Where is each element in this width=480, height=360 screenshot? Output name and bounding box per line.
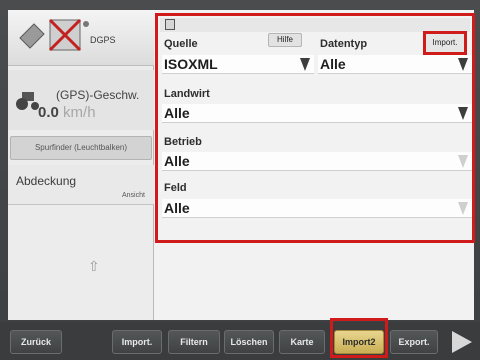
arrow-up-icon[interactable]: ⇧ [88,258,100,275]
gps-satellite-icon [19,18,89,52]
speed-readout: (GPS)-Geschw. 0.0 km/h [8,70,154,130]
loschen-button[interactable]: Löschen [224,330,274,354]
highlight-frame-form [155,13,475,243]
speed-title: (GPS)-Geschw. [56,88,140,102]
zuruck-button[interactable]: Zurück [10,330,62,354]
speed-value-line: 0.0 km/h [38,104,96,121]
gps-status-area: DGPS [8,10,154,66]
import-toolbar-button[interactable]: Import. [112,330,162,354]
tractor-icon [16,92,39,110]
ansicht-label[interactable]: Ansicht [122,192,145,199]
speed-value: 0.0 [38,104,59,121]
karte-button[interactable]: Karte [279,330,325,354]
filtern-button[interactable]: Filtern [168,330,220,354]
left-status-panel: DGPS (GPS)-Geschw. 0.0 km/h Spurfinder (… [8,10,154,320]
abdeckung-title: Abdeckung [16,174,77,188]
abdeckung-panel[interactable]: Abdeckung Ansicht [8,165,154,205]
export-button[interactable]: Export. [390,330,438,354]
gps-status-label: DGPS [90,35,116,45]
spurfinder-button[interactable]: Spurfinder (Leuchtbalken) [10,136,152,160]
highlight-frame-import2 [330,318,388,358]
speed-unit: km/h [63,104,96,121]
